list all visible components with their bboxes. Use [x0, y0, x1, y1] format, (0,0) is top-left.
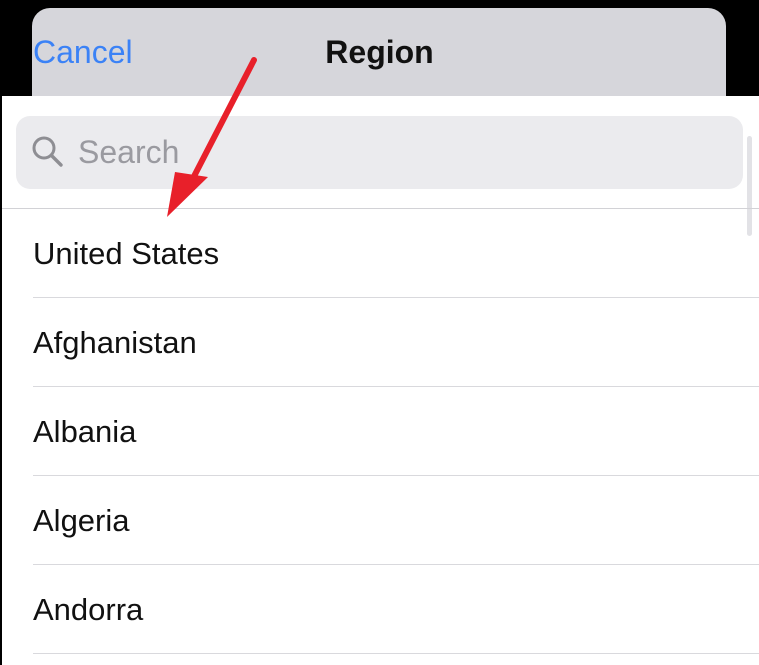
list-item-andorra[interactable]: Andorra [2, 565, 759, 654]
region-list-panel: Search United States Afghanistan Albania… [2, 96, 759, 665]
region-list: United States Afghanistan Albania Algeri… [2, 209, 759, 654]
list-item-label: Albania [33, 414, 137, 449]
list-item-albania[interactable]: Albania [2, 387, 759, 476]
search-field[interactable]: Search [16, 116, 743, 189]
list-item-label: Andorra [33, 592, 144, 627]
page-title: Region [325, 34, 434, 70]
divider [33, 653, 759, 654]
list-item-afghanistan[interactable]: Afghanistan [2, 298, 759, 387]
list-item-united-states[interactable]: United States [2, 209, 759, 298]
list-item-label: Afghanistan [33, 325, 197, 360]
list-item-label: Algeria [33, 503, 130, 538]
list-item-label: United States [33, 236, 220, 271]
search-icon [32, 136, 63, 167]
list-item-algeria[interactable]: Algeria [2, 476, 759, 565]
search-placeholder: Search [78, 134, 180, 170]
